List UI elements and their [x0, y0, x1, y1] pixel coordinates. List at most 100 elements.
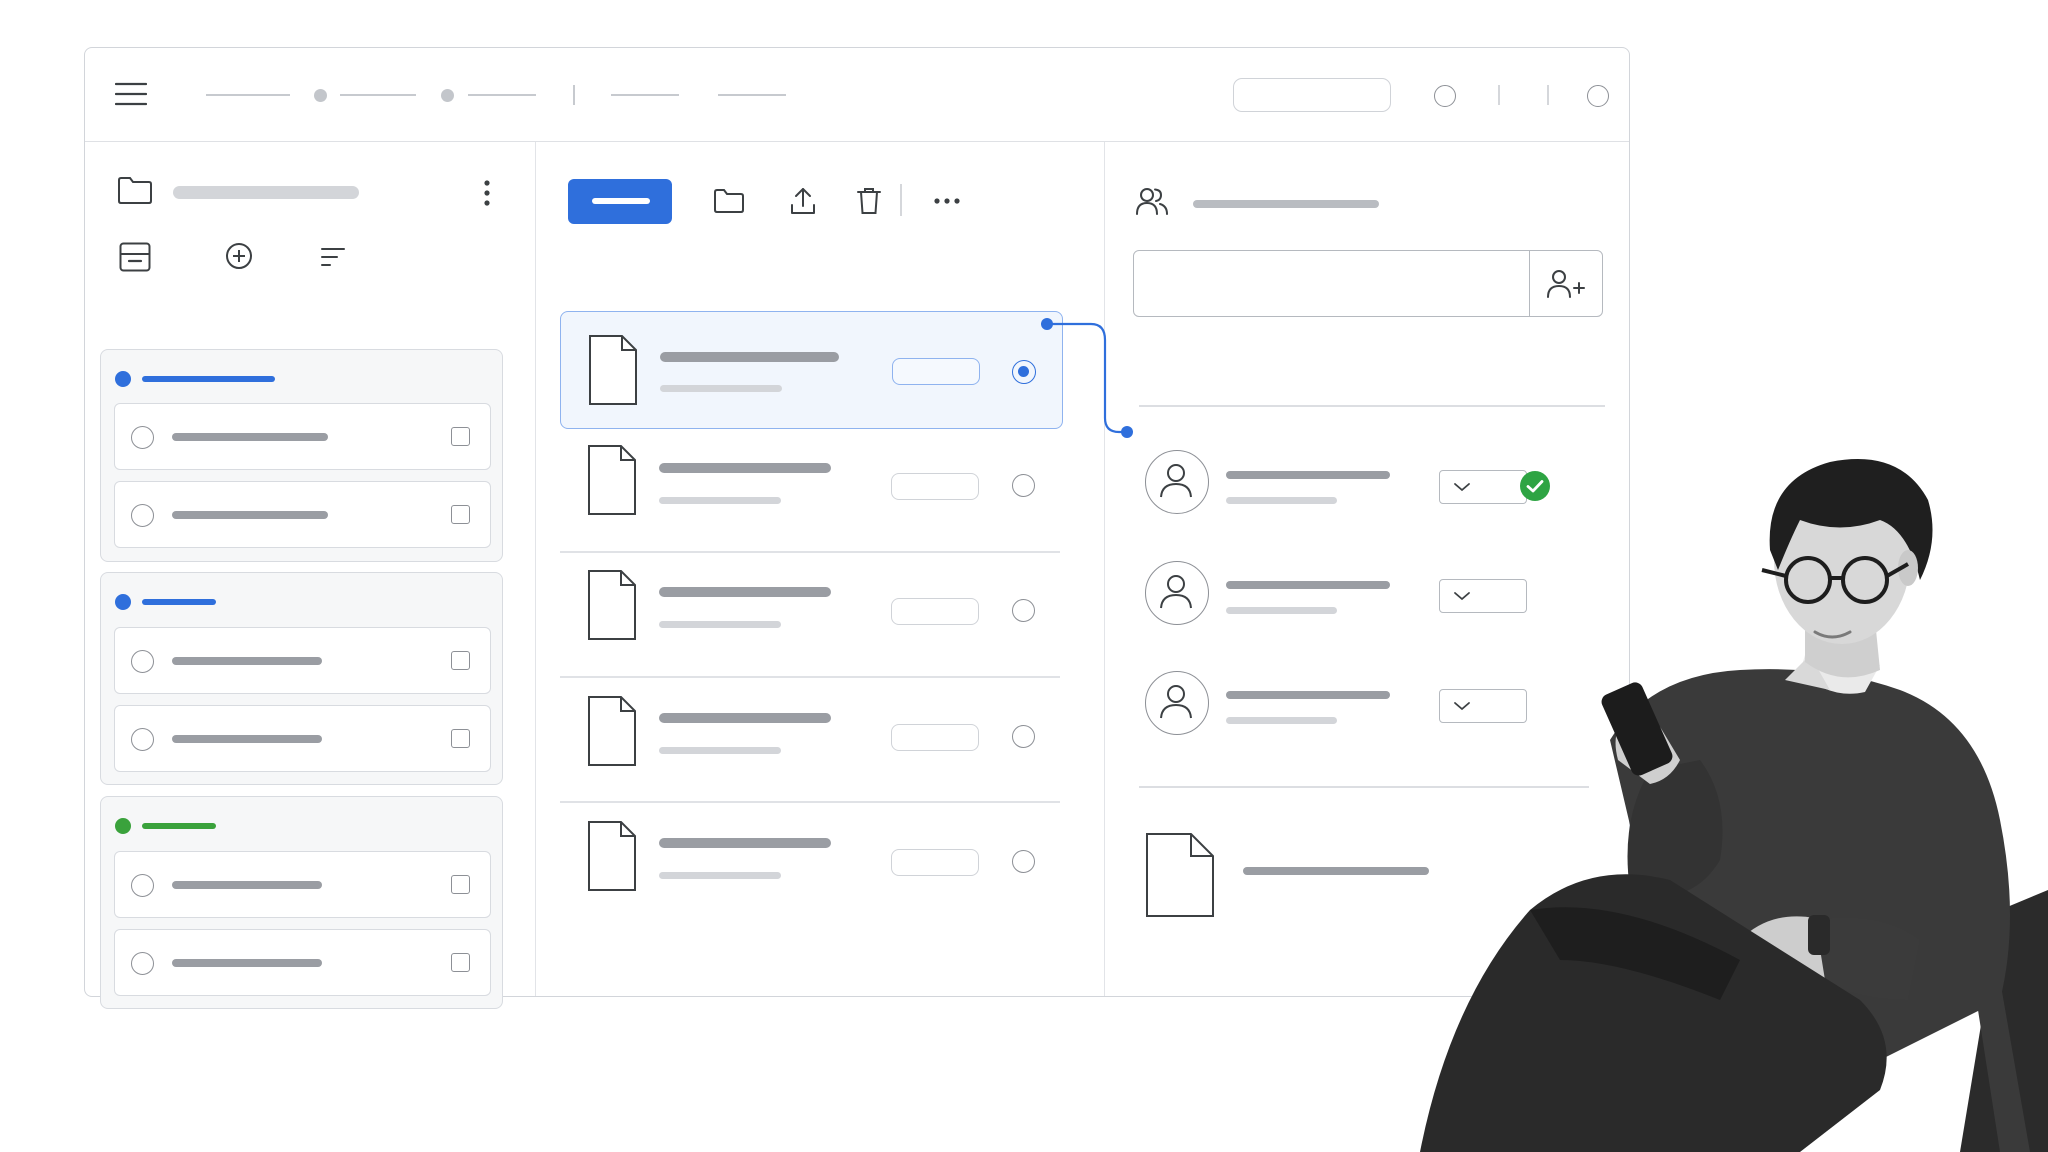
file-row[interactable] — [560, 435, 1060, 553]
group-status-dot — [115, 594, 131, 610]
list-item[interactable] — [114, 929, 491, 996]
radio-button[interactable] — [1012, 599, 1035, 622]
breadcrumb-separator — [314, 89, 327, 102]
file-meta — [659, 872, 781, 879]
add-user-icon — [1546, 269, 1586, 299]
breadcrumb-separator — [441, 89, 454, 102]
archive-icon[interactable] — [119, 242, 151, 272]
add-circle-icon[interactable] — [225, 242, 253, 270]
row-divider — [560, 801, 1060, 803]
member-email — [1226, 717, 1337, 724]
document-icon — [588, 334, 638, 406]
file-meta — [659, 621, 781, 628]
search-icon[interactable] — [1434, 85, 1456, 107]
file-tag — [891, 849, 979, 876]
folder-icon — [117, 175, 153, 205]
list-item[interactable] — [114, 851, 491, 918]
checkbox[interactable] — [451, 427, 470, 446]
file-tag — [891, 724, 979, 751]
menu-icon[interactable] — [115, 82, 147, 106]
file-list-panel — [536, 142, 1105, 996]
checkbox[interactable] — [451, 505, 470, 524]
breadcrumb-item[interactable] — [206, 94, 290, 96]
breadcrumb-item[interactable] — [468, 94, 536, 96]
radio-button[interactable] — [131, 650, 154, 673]
share-connector — [1041, 318, 1133, 438]
file-meta — [660, 385, 782, 392]
item-label — [172, 881, 322, 889]
list-item[interactable] — [114, 705, 491, 772]
radio-button[interactable] — [131, 728, 154, 751]
item-label — [172, 735, 322, 743]
avatar — [1145, 671, 1209, 735]
folder-icon[interactable] — [713, 188, 745, 214]
radio-button[interactable] — [131, 504, 154, 527]
new-button[interactable] — [568, 179, 672, 224]
file-row-selected[interactable] — [560, 311, 1063, 429]
checkbox[interactable] — [451, 875, 470, 894]
radio-button[interactable] — [131, 874, 154, 897]
top-bar — [85, 48, 1629, 142]
more-icon[interactable] — [934, 198, 960, 204]
file-name — [659, 463, 831, 473]
file-name — [659, 713, 831, 723]
group-title — [142, 376, 275, 382]
member-email — [1226, 497, 1337, 504]
invite-input[interactable] — [1133, 250, 1603, 317]
document-icon — [1145, 832, 1215, 918]
list-item[interactable] — [114, 481, 491, 548]
file-name — [660, 352, 839, 362]
item-label — [172, 511, 328, 519]
upload-icon[interactable] — [789, 186, 817, 216]
row-divider — [560, 551, 1060, 553]
file-tag — [891, 598, 979, 625]
invite-button[interactable] — [1529, 251, 1602, 316]
panel-title — [173, 186, 359, 199]
task-group — [100, 796, 503, 1009]
list-item[interactable] — [114, 627, 491, 694]
file-row[interactable] — [560, 686, 1060, 804]
group-status-dot — [115, 371, 131, 387]
avatar — [1145, 561, 1209, 625]
breadcrumb-divider — [573, 85, 575, 105]
group-title — [142, 599, 216, 605]
toolbar-divider — [1498, 85, 1500, 105]
radio-button[interactable] — [1012, 474, 1035, 497]
file-tag — [892, 358, 980, 385]
document-icon — [587, 695, 637, 767]
file-row[interactable] — [560, 560, 1060, 678]
row-divider — [560, 676, 1060, 678]
trash-icon[interactable] — [856, 186, 882, 216]
checkbox[interactable] — [451, 651, 470, 670]
radio-button[interactable] — [1012, 725, 1035, 748]
radio-button[interactable] — [131, 952, 154, 975]
search-input[interactable] — [1233, 78, 1391, 112]
account-icon[interactable] — [1587, 85, 1609, 107]
toolbar-divider — [900, 184, 902, 216]
document-icon — [587, 444, 637, 516]
radio-button-selected[interactable] — [1012, 360, 1036, 384]
item-label — [172, 959, 322, 967]
item-label — [172, 657, 322, 665]
users-icon — [1135, 186, 1169, 216]
file-tag — [891, 473, 979, 500]
file-row[interactable] — [560, 811, 1060, 929]
radio-dot — [1018, 366, 1029, 377]
breadcrumb-item[interactable] — [718, 94, 786, 96]
radio-button[interactable] — [1012, 850, 1035, 873]
checkbox[interactable] — [451, 729, 470, 748]
breadcrumb-item[interactable] — [340, 94, 416, 96]
item-label — [172, 433, 328, 441]
kebab-menu-icon[interactable] — [483, 180, 491, 206]
sort-icon[interactable] — [320, 246, 346, 268]
breadcrumb-item[interactable] — [611, 94, 679, 96]
list-item[interactable] — [114, 403, 491, 470]
task-group — [100, 349, 503, 562]
document-icon — [587, 820, 637, 892]
radio-button[interactable] — [131, 426, 154, 449]
toolbar-divider — [1547, 85, 1549, 105]
checkbox[interactable] — [451, 953, 470, 972]
group-status-dot — [115, 818, 131, 834]
task-group — [100, 572, 503, 785]
file-meta — [659, 747, 781, 754]
